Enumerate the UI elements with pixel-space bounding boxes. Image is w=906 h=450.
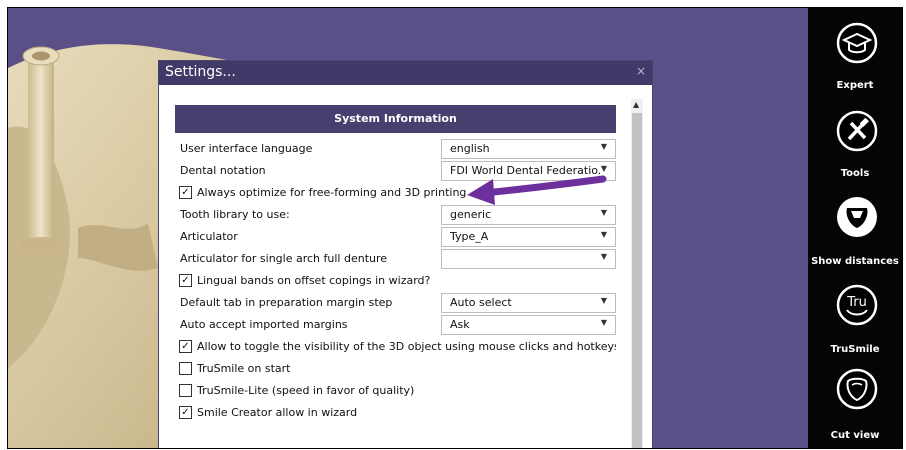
scrollbar-thumb[interactable] bbox=[632, 113, 642, 448]
select-value: english bbox=[450, 142, 490, 155]
checkbox-label: TruSmile-Lite (speed in favor of quality… bbox=[197, 384, 415, 397]
graduation-cap-icon bbox=[836, 22, 878, 64]
setting-label: Dental notation bbox=[180, 164, 266, 177]
right-toolbar: Expert Tools Show distances Tru TruSmile… bbox=[808, 8, 902, 448]
chevron-down-icon: ▼ bbox=[600, 296, 607, 305]
setting-label: User interface language bbox=[180, 142, 313, 155]
show-distances-tool[interactable]: Show distances bbox=[808, 190, 902, 270]
setting-row-language: User interface language english ▼ bbox=[175, 138, 616, 160]
dialog-title: Settings... bbox=[165, 64, 236, 80]
select-value: Type_A bbox=[450, 230, 489, 243]
chevron-down-icon: ▼ bbox=[600, 142, 607, 151]
scroll-up-icon[interactable]: ▲ bbox=[633, 100, 639, 109]
trusmile-on-start-checkbox[interactable] bbox=[179, 362, 192, 375]
language-select[interactable]: english ▼ bbox=[441, 139, 616, 159]
articulator-full-denture-select[interactable]: ▼ bbox=[441, 249, 616, 269]
lingual-bands-checkbox[interactable]: ✓ bbox=[179, 274, 192, 287]
setting-row-toggle-visibility: ✓ Allow to toggle the visibility of the … bbox=[175, 336, 616, 358]
select-value: Auto select bbox=[450, 296, 512, 309]
checkbox-label: TruSmile on start bbox=[197, 362, 291, 375]
auto-accept-margins-select[interactable]: Ask ▼ bbox=[441, 315, 616, 335]
toggle-visibility-checkbox[interactable]: ✓ bbox=[179, 340, 192, 353]
annotation-arrow-icon bbox=[467, 175, 607, 205]
hammer-wrench-icon bbox=[836, 110, 878, 152]
chevron-down-icon: ▼ bbox=[600, 252, 607, 261]
tooth-distance-icon bbox=[836, 196, 878, 238]
checkbox-label: Always optimize for free-forming and 3D … bbox=[197, 186, 467, 199]
tooth-cut-icon bbox=[836, 368, 878, 410]
trusmile-lite-checkbox[interactable] bbox=[179, 384, 192, 397]
setting-row-articulator: Articulator Type_A ▼ bbox=[175, 226, 616, 248]
cut-view-tool[interactable]: Cut view bbox=[808, 362, 902, 442]
tool-label: Expert bbox=[836, 80, 874, 91]
tool-label: Show distances bbox=[811, 256, 899, 267]
chevron-down-icon: ▼ bbox=[600, 318, 607, 327]
chevron-down-icon: ▼ bbox=[600, 230, 607, 239]
setting-label: Articulator bbox=[180, 230, 238, 243]
expert-tool[interactable]: Expert bbox=[808, 16, 902, 96]
setting-label: Tooth library to use: bbox=[180, 208, 290, 221]
settings-dialog: Settings... × System Information User in… bbox=[158, 60, 653, 448]
smile-creator-checkbox[interactable]: ✓ bbox=[179, 406, 192, 419]
app-window: Expert Tools Show distances Tru TruSmile… bbox=[7, 7, 903, 449]
tools-tool[interactable]: Tools bbox=[808, 104, 902, 184]
setting-row-articulator-full-denture: Articulator for single arch full denture… bbox=[175, 248, 616, 270]
settings-panel: System Information User interface langua… bbox=[175, 105, 616, 448]
default-margin-tab-select[interactable]: Auto select ▼ bbox=[441, 293, 616, 313]
trusmile-tool[interactable]: Tru TruSmile bbox=[808, 278, 902, 358]
trusmile-icon-text: Tru bbox=[846, 295, 867, 310]
setting-row-smile-creator: ✓ Smile Creator allow in wizard bbox=[175, 402, 616, 424]
setting-label: Auto accept imported margins bbox=[180, 318, 348, 331]
setting-row-trusmile-on-start: TruSmile on start bbox=[175, 358, 616, 380]
close-icon[interactable]: × bbox=[636, 64, 646, 78]
tool-label: Cut view bbox=[830, 430, 880, 441]
select-value: Ask bbox=[450, 318, 470, 331]
setting-label: Default tab in preparation margin step bbox=[180, 296, 393, 309]
optimize-3d-printing-checkbox[interactable]: ✓ bbox=[179, 186, 192, 199]
articulator-select[interactable]: Type_A ▼ bbox=[441, 227, 616, 247]
setting-row-trusmile-lite: TruSmile-Lite (speed in favor of quality… bbox=[175, 380, 616, 402]
checkbox-label: Lingual bands on offset copings in wizar… bbox=[197, 274, 431, 287]
dialog-titlebar[interactable]: Settings... × bbox=[159, 61, 652, 85]
section-header: System Information bbox=[175, 105, 616, 133]
setting-label: Articulator for single arch full denture bbox=[180, 252, 388, 265]
setting-row-auto-accept-margins: Auto accept imported margins Ask ▼ bbox=[175, 314, 616, 336]
setting-row-default-margin-tab: Default tab in preparation margin step A… bbox=[175, 292, 616, 314]
setting-row-lingual-bands: ✓ Lingual bands on offset copings in wiz… bbox=[175, 270, 616, 292]
tool-label: Tools bbox=[840, 168, 870, 179]
checkbox-label: Allow to toggle the visibility of the 3D… bbox=[197, 340, 616, 353]
tool-label: TruSmile bbox=[830, 344, 880, 355]
settings-scrollbar[interactable]: ▲ bbox=[631, 99, 643, 448]
checkbox-label: Smile Creator allow in wizard bbox=[197, 406, 358, 419]
trusmile-icon: Tru bbox=[836, 284, 878, 326]
